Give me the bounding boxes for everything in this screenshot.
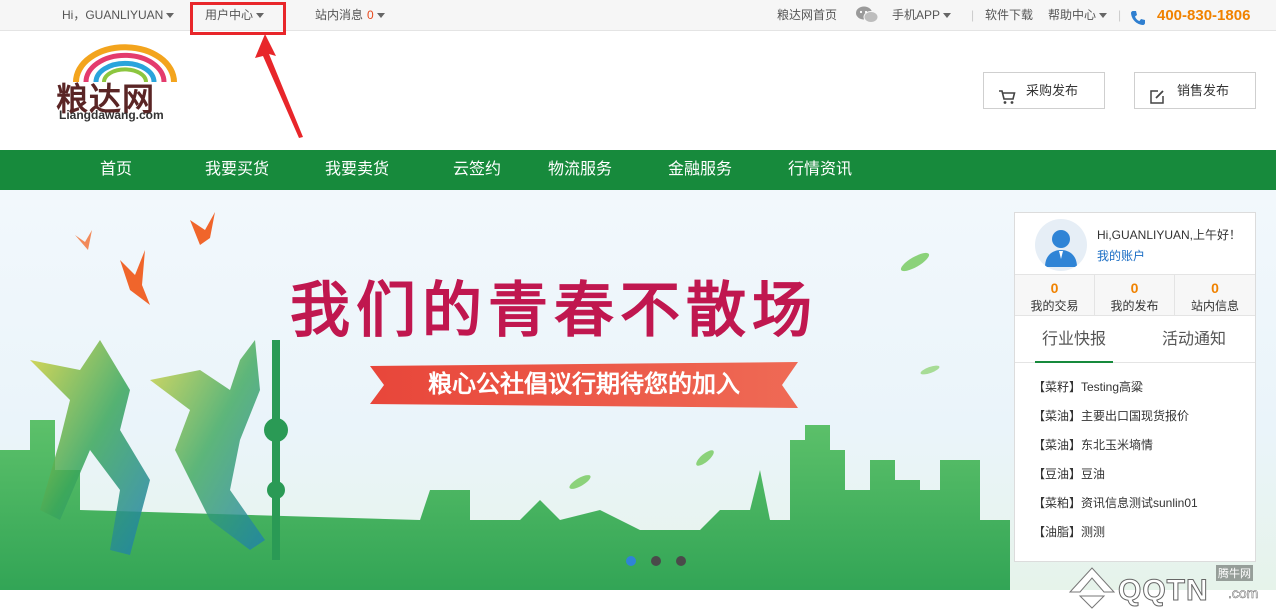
hotline-number: 400-830-1806 xyxy=(1157,7,1251,24)
main-nav: 首页 我要买货 我要卖货 云签约 物流服务 金融服务 行情资讯 xyxy=(0,150,1276,190)
news-item[interactable]: 【菜油】主要出口国现货报价 xyxy=(1033,402,1253,431)
nav-item-logistics[interactable]: 物流服务 xyxy=(535,150,625,190)
panel-tabs: 行业快报 活动通知 xyxy=(1015,317,1255,363)
nav-item-buy[interactable]: 我要买货 xyxy=(192,150,282,190)
carousel-dot-active[interactable] xyxy=(626,556,636,566)
watermark-site-name: 腾牛网 xyxy=(1216,565,1253,581)
annotation-arrow-icon xyxy=(255,34,303,138)
news-item[interactable]: 【菜粕】资讯信息测试sunlin01 xyxy=(1033,489,1253,518)
stat-value: 0 xyxy=(1050,280,1059,296)
stat-my-posts[interactable]: 0 我的发布 xyxy=(1095,275,1175,316)
divider: | xyxy=(1118,8,1122,22)
watermark-brand: QQTN xyxy=(1118,574,1209,608)
banner-subtitle: 粮心公社倡议行期待您的加入 xyxy=(428,371,740,398)
message-count: 0 xyxy=(367,8,374,22)
nav-item-finance[interactable]: 金融服务 xyxy=(655,150,745,190)
help-center-dropdown[interactable]: 帮助中心 xyxy=(1048,0,1108,31)
greeting-text: Hi，GUANLIYUAN xyxy=(62,8,164,22)
carousel-dot[interactable] xyxy=(651,556,661,566)
highlight-box xyxy=(190,2,286,35)
chevron-down-icon xyxy=(943,13,952,19)
stat-label: 我的交易 xyxy=(1030,299,1079,313)
user-avatar-icon xyxy=(1045,230,1077,267)
purchase-publish-label: 采购发布 xyxy=(1026,83,1079,98)
stat-my-trades[interactable]: 0 我的交易 xyxy=(1015,275,1095,316)
banner-slogan: 我们的青春不散场 xyxy=(290,276,818,346)
news-item[interactable]: 【菜油】东北玉米墒情 xyxy=(1033,431,1253,460)
stat-value: 0 xyxy=(1211,280,1219,296)
stat-value: 0 xyxy=(1130,280,1139,296)
avatar xyxy=(1035,219,1087,271)
nav-item-sell[interactable]: 我要卖货 xyxy=(312,150,402,190)
news-list: 【菜籽】Testing高粱 【菜油】主要出口国现货报价 【菜油】东北玉米墒情 【… xyxy=(1033,373,1253,547)
sales-publish-button[interactable]: 销售发布 xyxy=(1134,72,1256,109)
help-center-label: 帮助中心 xyxy=(1048,8,1097,22)
logo-domain: Liangdawang.com xyxy=(59,108,164,122)
stats-row: 0 我的交易 0 我的发布 0 站内信息 xyxy=(1015,274,1255,316)
tab-activity-notice[interactable]: 活动通知 xyxy=(1155,317,1233,363)
nav-item-cloud-sign[interactable]: 云签约 xyxy=(432,150,522,190)
carousel-dot[interactable] xyxy=(676,556,686,566)
panel-greeting: Hi,GUANLIYUAN,上午好！ xyxy=(1097,228,1242,242)
edit-icon xyxy=(1149,83,1165,118)
news-item[interactable]: 【豆油】豆油 xyxy=(1033,460,1253,489)
my-account-link[interactable]: 我的账户 xyxy=(1097,247,1145,264)
watermark-suffix: .com xyxy=(1228,585,1259,602)
news-item[interactable]: 【菜籽】Testing高粱 xyxy=(1033,373,1253,402)
mobile-app-label: 手机APP xyxy=(892,8,941,22)
site-messages-dropdown[interactable]: 站内消息 0 xyxy=(315,0,385,31)
stat-label: 站内信息 xyxy=(1190,299,1239,313)
mobile-app-dropdown[interactable]: 手机APP xyxy=(892,0,952,31)
chevron-down-icon xyxy=(166,13,175,19)
phone-icon xyxy=(1130,7,1146,25)
home-link[interactable]: 粮达网首页 xyxy=(777,0,837,31)
nav-item-market-info[interactable]: 行情资讯 xyxy=(775,150,865,190)
wechat-icon[interactable] xyxy=(855,5,879,25)
cart-icon xyxy=(998,83,1016,118)
nav-item-home[interactable]: 首页 xyxy=(71,150,161,190)
user-panel: Hi,GUANLIYUAN,上午好！ 我的账户 0 我的交易 0 我的发布 0 … xyxy=(1014,212,1256,562)
stat-site-messages[interactable]: 0 站内信息 xyxy=(1175,275,1255,316)
site-logo[interactable]: 粮达网 Liangdawang.com xyxy=(56,44,186,124)
purchase-publish-button[interactable]: 采购发布 xyxy=(983,72,1105,109)
chevron-down-icon xyxy=(1099,13,1108,19)
site-messages-label: 站内消息 xyxy=(315,8,364,22)
chevron-down-icon xyxy=(376,13,385,19)
sales-publish-label: 销售发布 xyxy=(1177,83,1230,98)
tab-industry-news[interactable]: 行业快报 xyxy=(1035,317,1113,363)
software-download-link[interactable]: 软件下载 xyxy=(985,0,1033,31)
divider: | xyxy=(971,8,975,22)
stat-label: 我的发布 xyxy=(1110,299,1159,313)
greeting-dropdown[interactable]: Hi，GUANLIYUAN xyxy=(62,0,175,31)
news-item[interactable]: 【油脂】测测 xyxy=(1033,518,1253,547)
